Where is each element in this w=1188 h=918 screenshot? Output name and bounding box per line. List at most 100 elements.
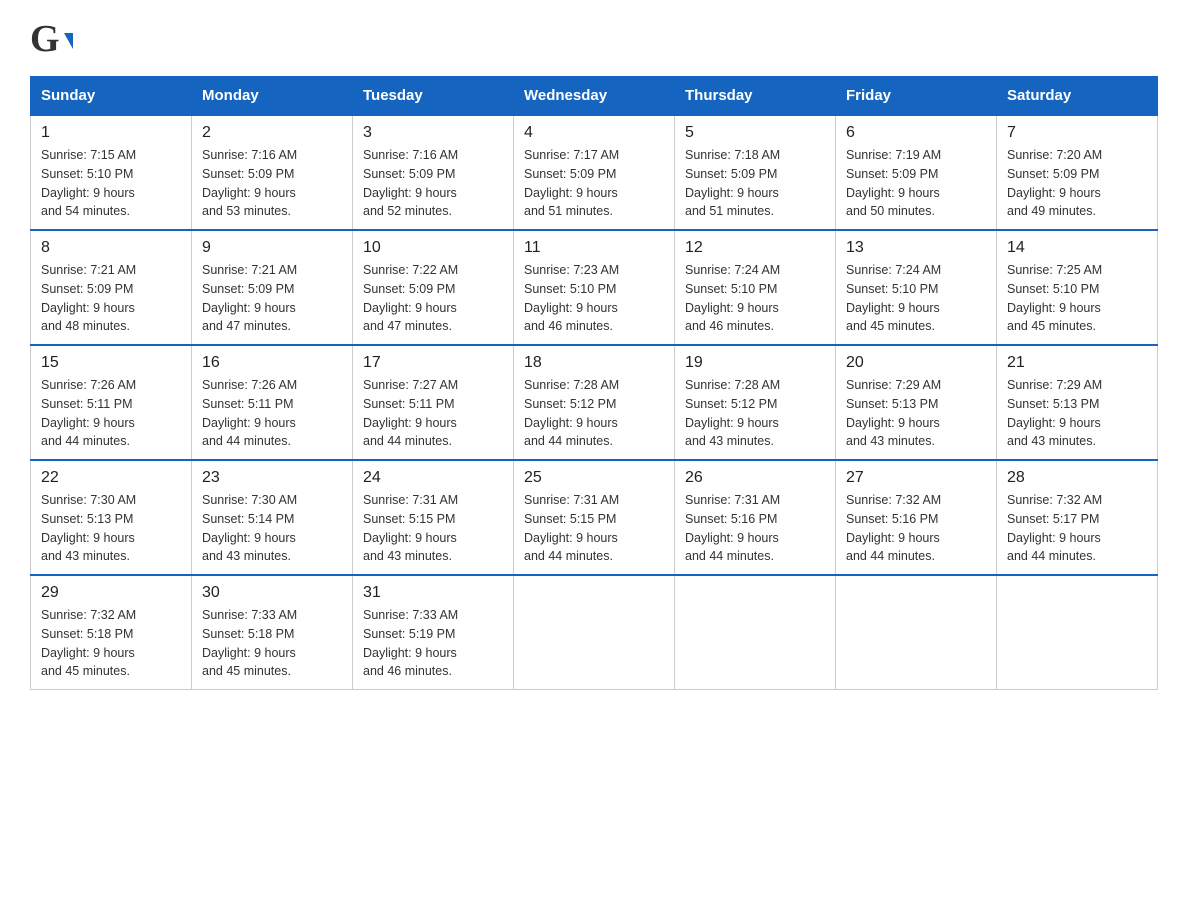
day-info: Sunrise: 7:31 AM Sunset: 5:15 PM Dayligh… — [363, 491, 503, 566]
calendar-table: Sunday Monday Tuesday Wednesday Thursday… — [30, 76, 1158, 690]
day-number: 24 — [363, 469, 503, 487]
day-number: 1 — [41, 124, 181, 142]
day-number: 18 — [524, 354, 664, 372]
calendar-cell: 11 Sunrise: 7:23 AM Sunset: 5:10 PM Dayl… — [514, 230, 675, 345]
day-info: Sunrise: 7:18 AM Sunset: 5:09 PM Dayligh… — [685, 146, 825, 221]
calendar-cell: 13 Sunrise: 7:24 AM Sunset: 5:10 PM Dayl… — [836, 230, 997, 345]
logo-arrow-icon — [64, 33, 73, 49]
calendar-body: 1 Sunrise: 7:15 AM Sunset: 5:10 PM Dayli… — [31, 115, 1158, 690]
logo: G — [30, 20, 73, 58]
header-row: Sunday Monday Tuesday Wednesday Thursday… — [31, 77, 1158, 116]
day-info: Sunrise: 7:19 AM Sunset: 5:09 PM Dayligh… — [846, 146, 986, 221]
calendar-cell: 9 Sunrise: 7:21 AM Sunset: 5:09 PM Dayli… — [192, 230, 353, 345]
calendar-cell: 24 Sunrise: 7:31 AM Sunset: 5:15 PM Dayl… — [353, 460, 514, 575]
day-number: 7 — [1007, 124, 1147, 142]
day-info: Sunrise: 7:29 AM Sunset: 5:13 PM Dayligh… — [846, 376, 986, 451]
calendar-cell: 4 Sunrise: 7:17 AM Sunset: 5:09 PM Dayli… — [514, 115, 675, 230]
calendar-header: Sunday Monday Tuesday Wednesday Thursday… — [31, 77, 1158, 116]
calendar-cell: 12 Sunrise: 7:24 AM Sunset: 5:10 PM Dayl… — [675, 230, 836, 345]
day-number: 12 — [685, 239, 825, 257]
day-info: Sunrise: 7:26 AM Sunset: 5:11 PM Dayligh… — [41, 376, 181, 451]
day-info: Sunrise: 7:32 AM Sunset: 5:18 PM Dayligh… — [41, 606, 181, 681]
page-header: G — [30, 20, 1158, 58]
day-info: Sunrise: 7:16 AM Sunset: 5:09 PM Dayligh… — [202, 146, 342, 221]
day-number: 9 — [202, 239, 342, 257]
calendar-cell: 19 Sunrise: 7:28 AM Sunset: 5:12 PM Dayl… — [675, 345, 836, 460]
day-number: 11 — [524, 239, 664, 257]
day-number: 2 — [202, 124, 342, 142]
calendar-cell: 20 Sunrise: 7:29 AM Sunset: 5:13 PM Dayl… — [836, 345, 997, 460]
day-number: 29 — [41, 584, 181, 602]
calendar-cell: 16 Sunrise: 7:26 AM Sunset: 5:11 PM Dayl… — [192, 345, 353, 460]
day-number: 22 — [41, 469, 181, 487]
calendar-cell: 30 Sunrise: 7:33 AM Sunset: 5:18 PM Dayl… — [192, 575, 353, 690]
col-thursday: Thursday — [675, 77, 836, 116]
calendar-cell — [836, 575, 997, 690]
calendar-cell: 1 Sunrise: 7:15 AM Sunset: 5:10 PM Dayli… — [31, 115, 192, 230]
day-number: 15 — [41, 354, 181, 372]
calendar-cell: 29 Sunrise: 7:32 AM Sunset: 5:18 PM Dayl… — [31, 575, 192, 690]
day-info: Sunrise: 7:32 AM Sunset: 5:16 PM Dayligh… — [846, 491, 986, 566]
col-monday: Monday — [192, 77, 353, 116]
day-number: 14 — [1007, 239, 1147, 257]
day-info: Sunrise: 7:32 AM Sunset: 5:17 PM Dayligh… — [1007, 491, 1147, 566]
day-info: Sunrise: 7:23 AM Sunset: 5:10 PM Dayligh… — [524, 261, 664, 336]
logo-text-block — [61, 31, 73, 47]
calendar-cell: 26 Sunrise: 7:31 AM Sunset: 5:16 PM Dayl… — [675, 460, 836, 575]
calendar-cell: 23 Sunrise: 7:30 AM Sunset: 5:14 PM Dayl… — [192, 460, 353, 575]
calendar-cell: 27 Sunrise: 7:32 AM Sunset: 5:16 PM Dayl… — [836, 460, 997, 575]
day-info: Sunrise: 7:25 AM Sunset: 5:10 PM Dayligh… — [1007, 261, 1147, 336]
day-number: 13 — [846, 239, 986, 257]
day-info: Sunrise: 7:27 AM Sunset: 5:11 PM Dayligh… — [363, 376, 503, 451]
day-info: Sunrise: 7:28 AM Sunset: 5:12 PM Dayligh… — [524, 376, 664, 451]
day-number: 19 — [685, 354, 825, 372]
day-number: 21 — [1007, 354, 1147, 372]
calendar-cell: 7 Sunrise: 7:20 AM Sunset: 5:09 PM Dayli… — [997, 115, 1158, 230]
day-info: Sunrise: 7:33 AM Sunset: 5:19 PM Dayligh… — [363, 606, 503, 681]
calendar-cell: 15 Sunrise: 7:26 AM Sunset: 5:11 PM Dayl… — [31, 345, 192, 460]
day-number: 16 — [202, 354, 342, 372]
day-number: 27 — [846, 469, 986, 487]
col-saturday: Saturday — [997, 77, 1158, 116]
day-number: 8 — [41, 239, 181, 257]
day-info: Sunrise: 7:28 AM Sunset: 5:12 PM Dayligh… — [685, 376, 825, 451]
calendar-cell: 18 Sunrise: 7:28 AM Sunset: 5:12 PM Dayl… — [514, 345, 675, 460]
day-number: 26 — [685, 469, 825, 487]
day-info: Sunrise: 7:21 AM Sunset: 5:09 PM Dayligh… — [41, 261, 181, 336]
day-number: 6 — [846, 124, 986, 142]
calendar-cell: 3 Sunrise: 7:16 AM Sunset: 5:09 PM Dayli… — [353, 115, 514, 230]
day-number: 4 — [524, 124, 664, 142]
day-info: Sunrise: 7:24 AM Sunset: 5:10 PM Dayligh… — [846, 261, 986, 336]
day-info: Sunrise: 7:29 AM Sunset: 5:13 PM Dayligh… — [1007, 376, 1147, 451]
day-info: Sunrise: 7:31 AM Sunset: 5:15 PM Dayligh… — [524, 491, 664, 566]
day-number: 17 — [363, 354, 503, 372]
day-number: 5 — [685, 124, 825, 142]
calendar-cell — [997, 575, 1158, 690]
calendar-cell: 14 Sunrise: 7:25 AM Sunset: 5:10 PM Dayl… — [997, 230, 1158, 345]
day-info: Sunrise: 7:22 AM Sunset: 5:09 PM Dayligh… — [363, 261, 503, 336]
day-number: 10 — [363, 239, 503, 257]
calendar-cell: 31 Sunrise: 7:33 AM Sunset: 5:19 PM Dayl… — [353, 575, 514, 690]
calendar-cell: 21 Sunrise: 7:29 AM Sunset: 5:13 PM Dayl… — [997, 345, 1158, 460]
col-tuesday: Tuesday — [353, 77, 514, 116]
calendar-cell — [675, 575, 836, 690]
calendar-cell: 8 Sunrise: 7:21 AM Sunset: 5:09 PM Dayli… — [31, 230, 192, 345]
day-info: Sunrise: 7:20 AM Sunset: 5:09 PM Dayligh… — [1007, 146, 1147, 221]
calendar-cell — [514, 575, 675, 690]
day-info: Sunrise: 7:30 AM Sunset: 5:14 PM Dayligh… — [202, 491, 342, 566]
day-number: 31 — [363, 584, 503, 602]
calendar-cell: 2 Sunrise: 7:16 AM Sunset: 5:09 PM Dayli… — [192, 115, 353, 230]
day-info: Sunrise: 7:30 AM Sunset: 5:13 PM Dayligh… — [41, 491, 181, 566]
logo-row1 — [61, 31, 73, 49]
day-number: 30 — [202, 584, 342, 602]
day-number: 25 — [524, 469, 664, 487]
day-info: Sunrise: 7:17 AM Sunset: 5:09 PM Dayligh… — [524, 146, 664, 221]
day-number: 3 — [363, 124, 503, 142]
day-info: Sunrise: 7:24 AM Sunset: 5:10 PM Dayligh… — [685, 261, 825, 336]
day-info: Sunrise: 7:26 AM Sunset: 5:11 PM Dayligh… — [202, 376, 342, 451]
col-sunday: Sunday — [31, 77, 192, 116]
col-wednesday: Wednesday — [514, 77, 675, 116]
col-friday: Friday — [836, 77, 997, 116]
calendar-cell: 6 Sunrise: 7:19 AM Sunset: 5:09 PM Dayli… — [836, 115, 997, 230]
calendar-cell: 25 Sunrise: 7:31 AM Sunset: 5:15 PM Dayl… — [514, 460, 675, 575]
